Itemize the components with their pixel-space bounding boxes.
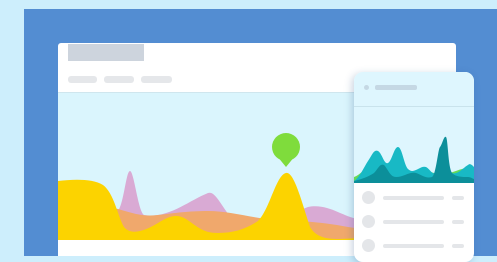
- nav-item-placeholder[interactable]: [141, 76, 172, 83]
- mobile-chart-area: [354, 107, 474, 183]
- list-item[interactable]: [354, 214, 474, 230]
- list-item-text-placeholder: [383, 244, 444, 248]
- nav-item-placeholder[interactable]: [68, 76, 97, 83]
- nav-item-placeholder[interactable]: [104, 76, 134, 83]
- list-item[interactable]: [354, 238, 474, 254]
- mobile-area-chart-graphic: [354, 136, 474, 183]
- avatar: [362, 191, 375, 204]
- mobile-phone-mockup: [354, 72, 474, 262]
- list-item-meta-placeholder: [452, 220, 464, 224]
- list-item-meta-placeholder: [452, 196, 464, 200]
- mobile-header-bar: [354, 72, 474, 107]
- mobile-title-placeholder: [375, 85, 417, 90]
- green-map-pin-icon: [272, 133, 300, 167]
- avatar: [362, 239, 375, 252]
- list-item-text-placeholder: [383, 220, 444, 224]
- list-item-meta-placeholder: [452, 244, 464, 248]
- avatar: [362, 215, 375, 228]
- mobile-menu-dot-icon[interactable]: [364, 85, 369, 90]
- logo-placeholder: [68, 44, 144, 61]
- list-item-text-placeholder: [383, 196, 444, 200]
- list-item[interactable]: [354, 190, 474, 206]
